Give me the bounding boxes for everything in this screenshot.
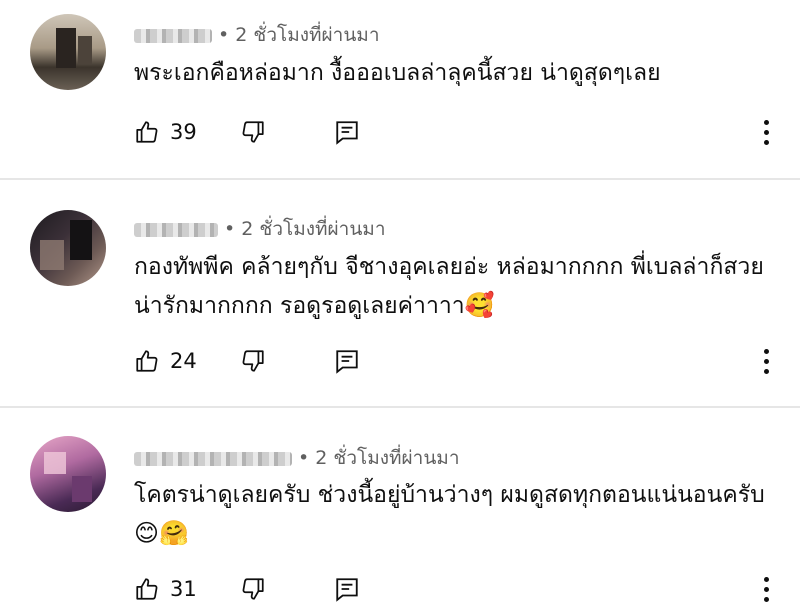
comment-meta: • 2 ชั่วโมงที่ผ่านมา	[134, 214, 386, 244]
comment-text: กองทัพพีค คล้ายๆกับ จีชางอุคเลยอ่ะ หล่อม…	[134, 254, 764, 319]
author-name-blurred[interactable]	[134, 222, 218, 237]
reply-button[interactable]	[334, 348, 360, 374]
reply-comment-icon	[334, 119, 360, 145]
avatar[interactable]	[30, 436, 106, 512]
avatar[interactable]	[30, 210, 106, 286]
avatar[interactable]	[30, 14, 106, 90]
like-count: 24	[170, 349, 197, 373]
more-options-button[interactable]	[755, 346, 777, 376]
comment-3: • 2 ชั่วโมงที่ผ่านมา โคตรน่าดูเลยครับ ช่…	[0, 408, 800, 614]
comment-text: โคตรน่าดูเลยครับ ช่วงนี้อยู่บ้านว่างๆ ผม…	[134, 482, 765, 547]
comment-1: • 2 ชั่วโมงที่ผ่านมา พระเอกคือหล่อมาก งื…	[0, 0, 800, 178]
comment-meta: • 2 ชั่วโมงที่ผ่านมา	[134, 443, 460, 473]
thumbs-down-icon	[240, 348, 266, 374]
thumbs-down-icon	[240, 119, 266, 145]
comment-meta: • 2 ชั่วโมงที่ผ่านมา	[134, 20, 380, 50]
dislike-button[interactable]	[240, 119, 266, 145]
more-options-button[interactable]	[755, 117, 777, 147]
more-vertical-icon	[763, 576, 769, 602]
more-options-button[interactable]	[755, 574, 777, 604]
thumbs-up-icon	[134, 348, 160, 374]
like-count: 39	[170, 120, 197, 144]
dislike-button[interactable]	[240, 576, 266, 602]
comment-actions: 39	[134, 117, 358, 147]
comment-time: • 2 ชั่วโมงที่ผ่านมา	[224, 218, 386, 240]
thumbs-down-icon	[240, 576, 266, 602]
like-button[interactable]: 31	[134, 576, 197, 602]
like-button[interactable]: 24	[134, 348, 197, 374]
author-name-blurred[interactable]	[134, 28, 212, 43]
reply-comment-icon	[334, 348, 360, 374]
like-count: 31	[170, 577, 197, 601]
thumbs-up-icon	[134, 576, 160, 602]
reply-comment-icon	[334, 576, 360, 602]
dislike-button[interactable]	[240, 348, 266, 374]
comment-time: • 2 ชั่วโมงที่ผ่านมา	[218, 24, 380, 46]
comment-actions: 31	[134, 574, 358, 604]
reply-button[interactable]	[334, 576, 360, 602]
emoji: 🥰	[464, 291, 495, 319]
like-button[interactable]: 39	[134, 119, 197, 145]
comment-actions: 24	[134, 346, 358, 376]
more-vertical-icon	[763, 348, 769, 374]
reply-button[interactable]	[334, 119, 360, 145]
comment-text: พระเอกคือหล่อมาก งื้อออเบลล่าลุคนี้สวย น…	[134, 60, 661, 86]
emoji: 😊🤗	[134, 519, 189, 547]
author-name-blurred[interactable]	[134, 451, 292, 466]
comment-2: • 2 ชั่วโมงที่ผ่านมา กองทัพพีค คล้ายๆกับ…	[0, 180, 800, 406]
comment-time: • 2 ชั่วโมงที่ผ่านมา	[298, 447, 460, 469]
more-vertical-icon	[763, 119, 769, 145]
thumbs-up-icon	[134, 119, 160, 145]
